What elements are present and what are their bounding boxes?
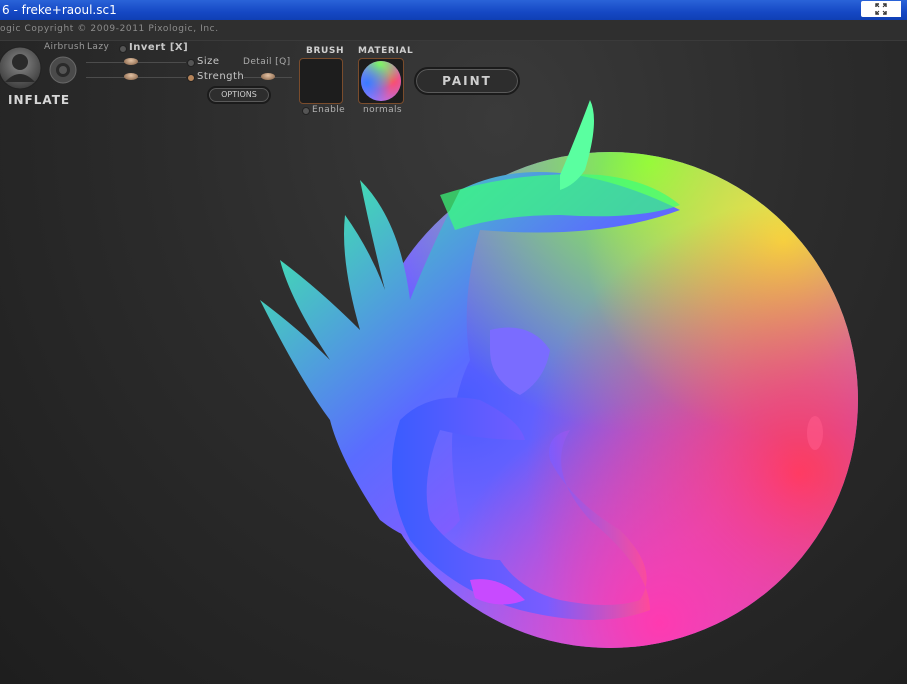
- sculpt-model[interactable]: [0, 0, 907, 684]
